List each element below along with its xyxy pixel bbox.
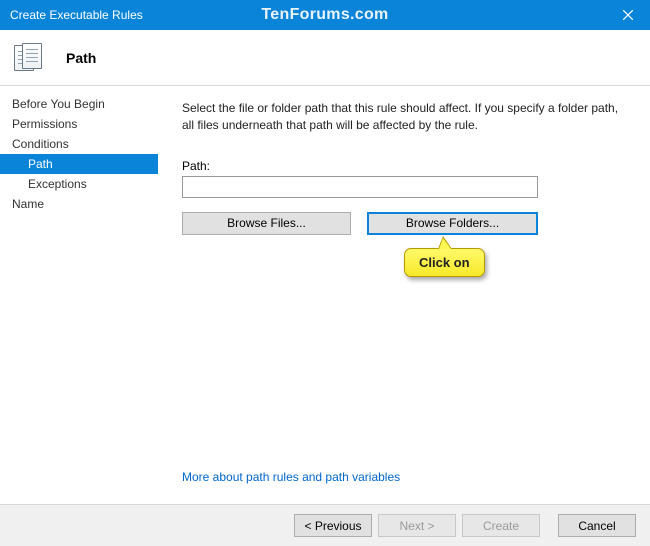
page-title: Path	[66, 50, 96, 66]
step-exceptions[interactable]: Exceptions	[0, 174, 158, 194]
window-title: Create Executable Rules	[10, 8, 143, 22]
annotation-callout: Click on	[404, 248, 485, 277]
browse-files-button[interactable]: Browse Files...	[182, 212, 351, 235]
step-path[interactable]: Path	[0, 154, 158, 174]
browse-folders-button[interactable]: Browse Folders...	[367, 212, 538, 235]
titlebar: Create Executable Rules TenForums.com	[0, 0, 650, 30]
next-button: Next >	[378, 514, 456, 537]
cancel-button[interactable]: Cancel	[558, 514, 636, 537]
wizard-header: Path	[0, 30, 650, 86]
close-button[interactable]	[605, 0, 650, 30]
step-name[interactable]: Name	[0, 194, 158, 214]
step-conditions[interactable]: Conditions	[0, 134, 158, 154]
path-label: Path:	[182, 159, 626, 173]
path-input[interactable]	[182, 176, 538, 198]
page-icon	[14, 43, 48, 73]
wizard-steps: Before You Begin Permissions Conditions …	[0, 86, 158, 504]
close-icon	[623, 10, 633, 20]
step-before-you-begin[interactable]: Before You Begin	[0, 94, 158, 114]
wizard-footer: < Previous Next > Create Cancel	[0, 504, 650, 546]
previous-button[interactable]: < Previous	[294, 514, 372, 537]
step-permissions[interactable]: Permissions	[0, 114, 158, 134]
wizard-content: Select the file or folder path that this…	[158, 86, 650, 504]
instruction-text: Select the file or folder path that this…	[182, 100, 626, 135]
more-about-link[interactable]: More about path rules and path variables	[182, 470, 626, 494]
callout-bubble: Click on	[404, 248, 485, 277]
watermark: TenForums.com	[261, 6, 388, 24]
create-button: Create	[462, 514, 540, 537]
